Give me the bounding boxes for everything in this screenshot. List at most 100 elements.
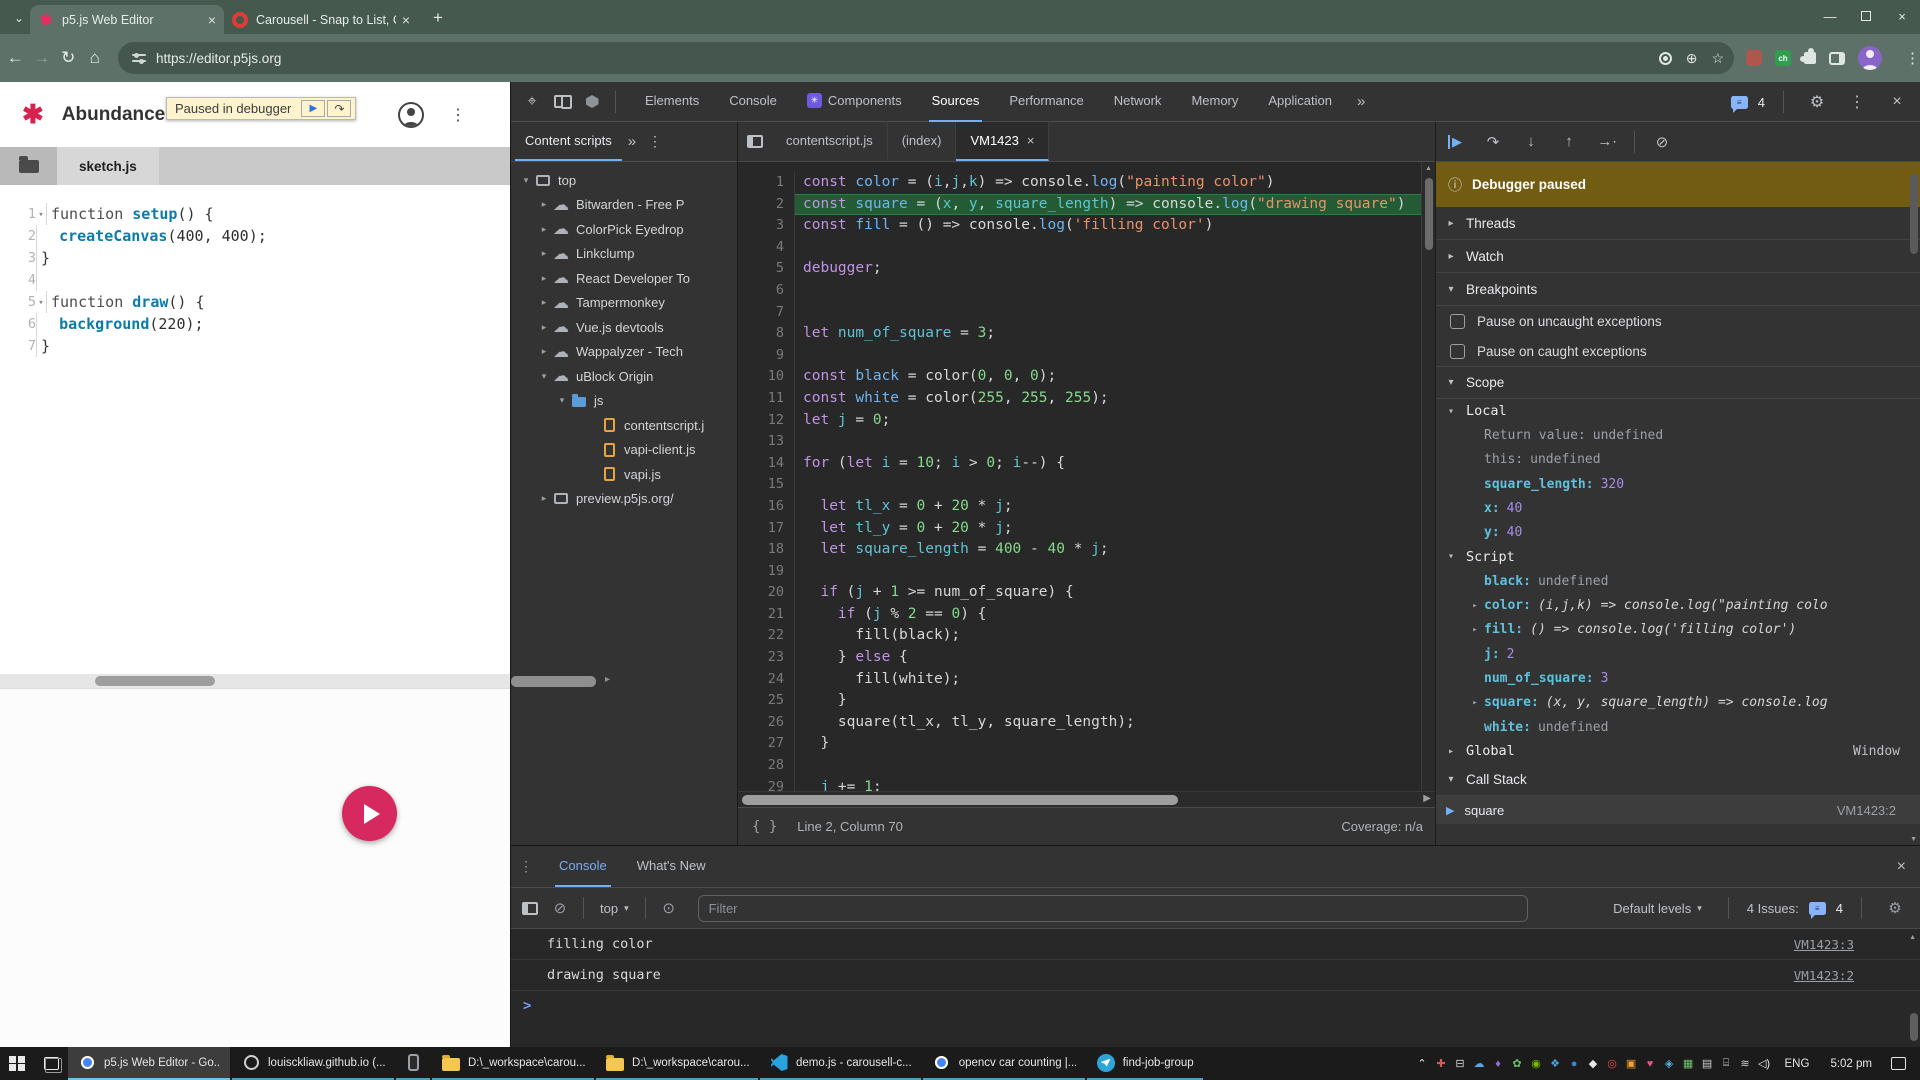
console-message[interactable]: filling color VM1423:3 xyxy=(511,929,1920,960)
step-into-icon[interactable]: ↓ xyxy=(1512,128,1550,156)
frame-location[interactable]: VM1423:2 xyxy=(1837,803,1896,818)
scope-row[interactable]: black: undefined xyxy=(1436,569,1920,593)
tree-item[interactable]: ▸ Bitwarden - Free P xyxy=(511,193,737,218)
code-line[interactable]: 4 xyxy=(0,269,510,291)
threads-section[interactable]: ▸ Threads xyxy=(1436,207,1920,240)
line-number[interactable]: 20 xyxy=(738,582,794,604)
device-toolbar-icon[interactable] xyxy=(547,88,577,116)
code-text[interactable]: let num_of_square = 3; xyxy=(794,323,1421,345)
lens-icon[interactable] xyxy=(1659,52,1672,65)
tray-icon[interactable]: ≋ xyxy=(1736,1057,1755,1070)
tree-item-label[interactable]: top xyxy=(558,173,576,188)
site-settings-icon[interactable] xyxy=(132,52,146,64)
tree-item[interactable]: contentscript.j xyxy=(511,413,737,438)
bookmark-star-icon[interactable]: ☆ xyxy=(1711,50,1724,67)
message-text[interactable]: filling color xyxy=(547,936,653,952)
drawer-tab[interactable]: Console xyxy=(555,846,611,887)
source-line[interactable]: 25 } xyxy=(738,690,1421,712)
source-line[interactable]: 5 debugger; xyxy=(738,258,1421,280)
code-text[interactable]: function draw() { xyxy=(46,291,205,313)
tree-item-label[interactable]: Wappalyzer - Tech xyxy=(576,344,683,359)
line-number[interactable]: 6 xyxy=(738,280,794,302)
expand-icon[interactable]: ▸ xyxy=(1466,625,1484,635)
source-line[interactable]: 15 xyxy=(738,474,1421,496)
scope-row[interactable]: num_of_square: 3 xyxy=(1436,666,1920,690)
source-line[interactable]: 7 xyxy=(738,302,1421,324)
line-number[interactable]: 9 xyxy=(738,345,794,367)
editor-file-tab[interactable]: contentscript.js xyxy=(772,122,888,161)
tree-item-label[interactable]: contentscript.j xyxy=(624,418,704,433)
tray-icon[interactable]: ♥ xyxy=(1641,1058,1660,1070)
taskbar-app-button[interactable]: D:\_workspace\carou... xyxy=(596,1047,758,1080)
variable-name[interactable]: white: xyxy=(1484,720,1531,735)
expand-icon[interactable]: ▸ xyxy=(1466,601,1484,611)
devtools-menu-icon[interactable]: ⋮ xyxy=(1842,88,1872,116)
code-text[interactable] xyxy=(36,269,41,291)
tray-icon[interactable]: ◎ xyxy=(1603,1057,1622,1070)
profile-avatar[interactable] xyxy=(1858,46,1882,70)
line-number[interactable]: 6 xyxy=(0,313,36,335)
line-number[interactable]: 22 xyxy=(738,625,794,647)
console-messages-icon[interactable]: ≡ xyxy=(1731,96,1748,109)
scope-row[interactable]: square_length: 320 xyxy=(1436,472,1920,496)
code-text[interactable]: j += 1; xyxy=(794,777,1421,791)
source-line[interactable]: 27 } xyxy=(738,733,1421,755)
line-number[interactable]: 25 xyxy=(738,690,794,712)
code-text[interactable]: } xyxy=(794,733,1421,755)
tree-item[interactable]: ▾ uBlock Origin xyxy=(511,364,737,389)
collapse-icon[interactable]: ▾ xyxy=(1436,774,1466,785)
code-text[interactable] xyxy=(794,755,1421,777)
source-line[interactable]: 2 const square = (x, y, square_length) =… xyxy=(738,194,1421,216)
line-number[interactable]: 2 xyxy=(738,194,794,216)
variable-value[interactable]: 40 xyxy=(1507,501,1523,516)
tree-item[interactable]: ▸ Wappalyzer - Tech xyxy=(511,340,737,365)
line-number[interactable]: 4 xyxy=(738,237,794,259)
issues-icon[interactable]: ≡ xyxy=(1809,902,1826,915)
variable-name[interactable]: y: xyxy=(1484,525,1500,540)
drawer-scrollbar-thumb[interactable] xyxy=(1910,1013,1918,1041)
code-text[interactable]: let tl_y = 0 + 20 * j; xyxy=(794,518,1421,540)
expand-icon[interactable]: ▾ xyxy=(1436,551,1466,562)
source-line[interactable]: 12 let j = 0; xyxy=(738,410,1421,432)
variable-name[interactable]: num_of_square: xyxy=(1484,671,1594,686)
line-number[interactable]: 1 xyxy=(738,172,794,194)
tab-close-icon[interactable]: × xyxy=(402,12,410,28)
message-text[interactable]: drawing square xyxy=(547,967,661,983)
code-text[interactable] xyxy=(794,345,1421,367)
scope-row[interactable]: Return value: undefined xyxy=(1436,423,1920,447)
editor-vertical-scrollbar[interactable]: ▲ xyxy=(1421,162,1435,791)
line-number[interactable]: 28 xyxy=(738,755,794,777)
tree-item[interactable]: ▾ top xyxy=(511,168,737,193)
line-number[interactable]: 2 xyxy=(0,225,36,247)
tray-icon[interactable]: ◆ xyxy=(1584,1057,1603,1070)
reload-button[interactable]: ↻ xyxy=(57,43,80,73)
scope-row[interactable]: ▸ color: (i,j,k) => console.log("paintin… xyxy=(1436,593,1920,617)
language-indicator[interactable]: ENG xyxy=(1777,1058,1818,1070)
variable-name[interactable]: fill: xyxy=(1484,622,1523,637)
tray-icon[interactable]: ⌃ xyxy=(1413,1057,1432,1070)
variable-name[interactable]: Script xyxy=(1466,549,1515,565)
task-view-button[interactable] xyxy=(34,1047,68,1080)
tree-item[interactable]: ▸ React Developer To xyxy=(511,266,737,291)
browser-menu-icon[interactable]: ⋮ xyxy=(1905,49,1920,67)
variable-value[interactable]: (x, y, square_length) => console.log xyxy=(1546,695,1828,710)
line-number[interactable]: 21 xyxy=(738,604,794,626)
console-filter[interactable] xyxy=(698,895,1528,922)
code-text[interactable]: const fill = () => console.log('filling … xyxy=(794,215,1421,237)
line-number[interactable]: 7 xyxy=(738,302,794,324)
line-number[interactable]: 4 xyxy=(0,269,36,291)
taskbar-app-button[interactable] xyxy=(396,1047,430,1080)
line-number[interactable]: 8 xyxy=(738,323,794,345)
tray-icon[interactable]: ❖ xyxy=(1546,1057,1565,1070)
tab-close-icon[interactable]: × xyxy=(208,12,216,28)
line-number[interactable]: 11 xyxy=(738,388,794,410)
message-source-link[interactable]: VM1423:2 xyxy=(1794,968,1854,983)
tree-arrow-icon[interactable]: ▸ xyxy=(537,346,551,357)
devtools-panel-tab[interactable]: Memory xyxy=(1188,82,1241,122)
scroll-down-icon[interactable]: ▼ xyxy=(1910,836,1917,843)
close-file-icon[interactable]: × xyxy=(1027,133,1035,148)
devtools-panel-tab[interactable]: Console xyxy=(726,82,780,122)
source-line[interactable]: 19 xyxy=(738,561,1421,583)
devtools-panel-tab[interactable]: Elements xyxy=(642,82,702,122)
address-bar[interactable]: https://editor.p5js.org ⊕ ☆ xyxy=(118,42,1734,74)
